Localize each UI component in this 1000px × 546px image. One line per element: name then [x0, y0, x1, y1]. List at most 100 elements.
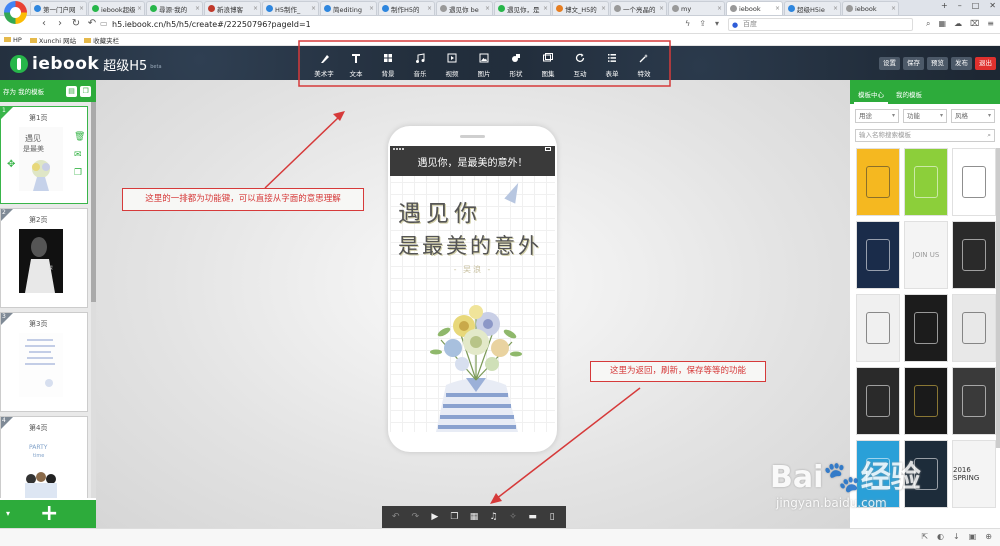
template-thumbnail[interactable] [856, 221, 900, 289]
cloud-icon[interactable]: ☁ [954, 19, 962, 29]
template-thumbnail[interactable] [952, 367, 996, 435]
layers-icon[interactable]: ❐ [447, 512, 461, 522]
tab-close-icon[interactable]: × [193, 5, 202, 12]
browser-tab[interactable]: H5制作_ × [262, 1, 319, 15]
browser-tab[interactable]: 简editing × [320, 1, 377, 15]
new-tab-icon[interactable]: + [941, 1, 948, 10]
bouquet-illustration[interactable] [426, 280, 526, 432]
browser-logo-icon[interactable] [4, 1, 27, 24]
close-window-icon[interactable]: ✕ [989, 1, 996, 10]
template-thumbnail[interactable] [904, 367, 948, 435]
tab-close-icon[interactable]: × [425, 5, 434, 12]
tab-close-icon[interactable]: × [251, 5, 260, 12]
status-icon-4[interactable]: ▣ [969, 532, 977, 541]
phone-page-title[interactable]: 遇见你，是最美的意外！ [390, 146, 555, 176]
delete-page-icon[interactable]: ▤ [66, 85, 78, 97]
back-icon[interactable]: ‹ [38, 18, 50, 29]
toolbar-list-button[interactable]: 表单 [596, 52, 628, 78]
browser-tab[interactable]: iebook超级 × [88, 1, 145, 15]
bookmark-item[interactable]: 收藏夹栏 [84, 35, 119, 45]
redo-icon[interactable]: ↷ [408, 512, 422, 522]
template-scrollbar[interactable] [996, 148, 1000, 448]
tab-close-icon[interactable]: × [135, 5, 144, 12]
toolbar-effect-button[interactable]: 特效 [628, 52, 660, 78]
bookmark-item[interactable]: HP [4, 36, 22, 44]
toolbar-grid-button[interactable]: 背景 [372, 52, 404, 78]
template-thumbnail[interactable] [904, 294, 948, 362]
browser-tab[interactable]: my × [668, 1, 725, 15]
publish-button[interactable]: 发布 [951, 57, 972, 70]
share-icon[interactable]: ⇪ [699, 19, 706, 28]
browser-tab[interactable]: 遇见你，是 × [494, 1, 551, 15]
search-icon[interactable]: ⌕ [987, 130, 991, 141]
toolbar-shape-button[interactable]: 形状 [500, 52, 532, 78]
forward-icon[interactable]: › [54, 18, 66, 29]
page-thumbnail[interactable]: 3 第3页 [0, 312, 88, 412]
tab-close-icon[interactable]: × [309, 5, 318, 12]
template-thumbnail[interactable] [952, 221, 996, 289]
browser-tab[interactable]: 遇见你 be × [436, 1, 493, 15]
template-thumbnail[interactable] [952, 148, 996, 216]
status-icon-3[interactable]: ↓ [953, 532, 960, 541]
browser-search-input[interactable]: ● 百度 [728, 18, 913, 31]
tab-close-icon[interactable]: × [483, 5, 492, 12]
copy-page-icon[interactable]: ❐ [80, 85, 92, 97]
collapse-caret-icon[interactable]: ▾ [6, 509, 10, 518]
page-thumbnail[interactable]: 2 第2页爱 [0, 208, 88, 308]
filter-function-select[interactable]: 功能 [903, 109, 947, 123]
toolbar-image-button[interactable]: 图片 [468, 52, 500, 78]
grid-icon[interactable]: ▦ [467, 512, 481, 522]
exit-button[interactable]: 退出 [975, 57, 996, 70]
template-thumbnail[interactable] [856, 148, 900, 216]
grid-apps-icon[interactable]: ▦ [939, 19, 947, 29]
minimize-icon[interactable]: – [958, 1, 962, 10]
trash-icon[interactable]: 🗑 [74, 133, 85, 142]
browser-tab[interactable]: 尋源·我的 × [146, 1, 203, 15]
page-thumbnail[interactable]: 4 第4页 PARTY time [0, 416, 88, 498]
phone-screen[interactable]: 遇见你，是最美的意外！ 遇见你 是最美的意外 - 吴浪 - [390, 146, 555, 432]
phone-view-icon[interactable]: ▯ [545, 512, 559, 522]
toolbar-video-button[interactable]: 视频 [436, 52, 468, 78]
template-thumbnail[interactable] [904, 148, 948, 216]
reload-icon[interactable]: ↻ [70, 18, 82, 29]
template-thumbnail[interactable] [952, 294, 996, 362]
url-field[interactable]: h5.iebook.cn/h5/h5/create#/22250796?page… [112, 19, 682, 31]
browser-tab[interactable]: iebook × [726, 1, 783, 15]
undo-icon[interactable]: ↶ [389, 512, 403, 522]
music-note-icon[interactable]: ♫ [487, 512, 501, 522]
toolbar-text-button[interactable]: 文本 [340, 52, 372, 78]
zoom-icon[interactable]: ⊕ [985, 532, 992, 541]
save-as-template-link[interactable]: 存为 我的模板 [3, 86, 44, 96]
tab-close-icon[interactable]: × [657, 5, 666, 12]
template-thumbnail[interactable] [856, 294, 900, 362]
browser-tab[interactable]: 新浪博客 × [204, 1, 261, 15]
tab-close-icon[interactable]: × [715, 5, 724, 12]
undo-close-icon[interactable]: ↶ [86, 18, 98, 29]
lightning-icon[interactable]: ϟ [685, 19, 690, 28]
tab-close-icon[interactable]: × [541, 5, 550, 12]
browser-tab[interactable]: iebook × [842, 1, 899, 15]
magic-wand-icon[interactable]: ✧ [506, 512, 520, 522]
save-icon[interactable]: ▬ [526, 512, 540, 522]
toolbar-music-button[interactable]: 音乐 [404, 52, 436, 78]
tab-close-icon[interactable]: × [77, 5, 86, 12]
toolbar-gallery-button[interactable]: 图集 [532, 52, 564, 78]
save-button[interactable]: 保存 [903, 57, 924, 70]
tab-close-icon[interactable]: × [599, 5, 608, 12]
tab-close-icon[interactable]: × [773, 5, 782, 12]
move-handle-icon[interactable]: ✥ [7, 159, 15, 170]
filter-style-select[interactable]: 风格 [951, 109, 995, 123]
duplicate-icon[interactable]: ❐ [74, 169, 83, 178]
filter-purpose-select[interactable]: 用途 [855, 109, 899, 123]
poem-text[interactable]: 遇见你 是最美的意外 - 吴浪 - [398, 194, 548, 275]
tab-template-center[interactable]: 模板中心 [854, 86, 888, 104]
magnifier-icon[interactable]: ⌕ [926, 19, 930, 29]
tab-close-icon[interactable]: × [889, 5, 898, 12]
email-icon[interactable]: ✉ [74, 151, 83, 160]
browser-tab[interactable]: 制作H5的 × [378, 1, 435, 15]
template-thumbnail[interactable]: JOIN US [904, 221, 948, 289]
template-search-input[interactable]: 输入名称搜索模板 ⌕ [855, 129, 995, 142]
preview-button[interactable]: 预览 [927, 57, 948, 70]
browser-tab[interactable]: 博文_H5的 × [552, 1, 609, 15]
settings-button[interactable]: 设置 [879, 57, 900, 70]
